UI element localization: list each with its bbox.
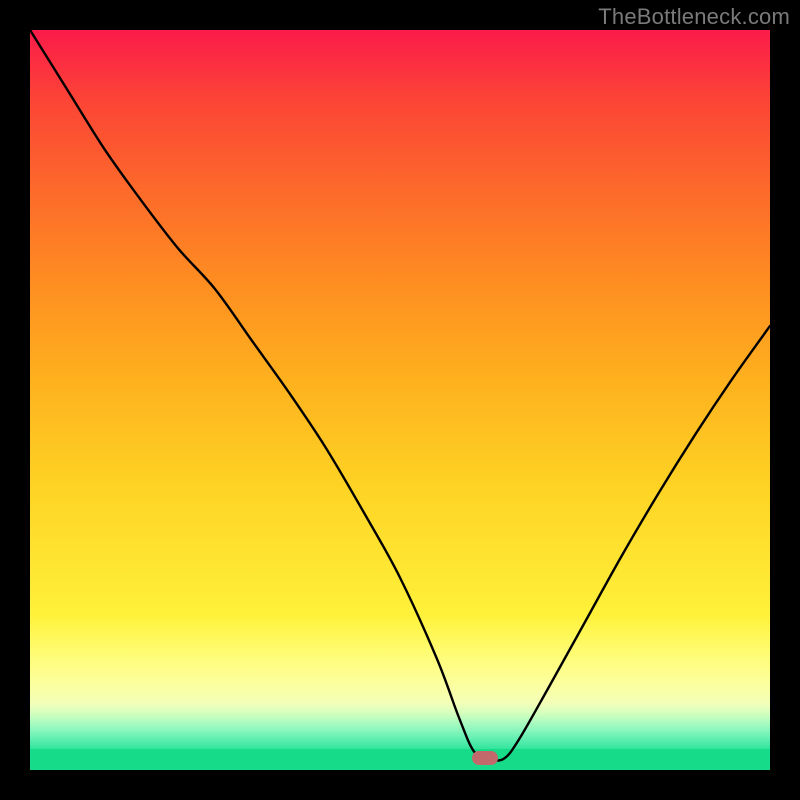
bottleneck-curve	[30, 30, 770, 761]
watermark-text: TheBottleneck.com	[598, 4, 790, 30]
optimum-marker	[472, 751, 498, 765]
curve-svg	[30, 30, 770, 770]
chart-frame: TheBottleneck.com	[0, 0, 800, 800]
plot-area	[30, 30, 770, 770]
